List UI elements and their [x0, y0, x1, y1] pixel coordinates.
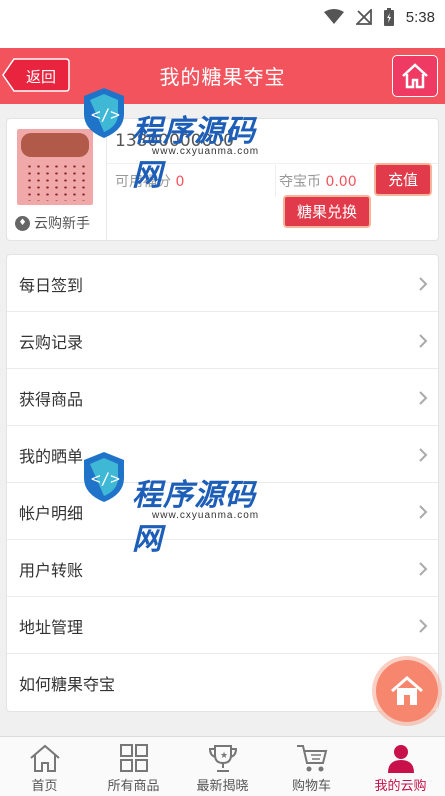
profile-card: ♦ 云购新手 13800000000 可用福分 0 夺宝币 0.00 充值 糖果… [6, 118, 439, 241]
chevron-right-icon [419, 448, 428, 462]
tab-home[interactable]: 首页 [0, 737, 89, 796]
account-menu: 每日签到 云购记录 获得商品 我的晒单 帐户明细 用户转账 地址管理 如何糖果夺… [6, 254, 439, 712]
tab-latest-reveal[interactable]: ★ 最新揭晓 [178, 737, 267, 796]
duobao-value: 0.00 [325, 174, 357, 190]
chevron-right-icon [419, 391, 428, 405]
chevron-right-icon [419, 277, 428, 291]
fufen-value: 0 [175, 174, 185, 190]
menu-item-won-products[interactable]: 获得商品 [7, 369, 438, 426]
wifi-icon [323, 9, 344, 24]
chevron-right-icon [419, 334, 428, 348]
no-signal-icon [355, 9, 372, 25]
level-badge-icon: ♦ [15, 215, 30, 231]
tab-label: 购物车 [291, 779, 331, 794]
menu-item-label: 地址管理 [19, 618, 84, 637]
duobao-label: 夺宝币 [279, 174, 321, 190]
home-outline-icon [29, 744, 60, 772]
cart-icon [296, 745, 327, 772]
recharge-button[interactable]: 充值 [374, 163, 432, 196]
menu-item-label: 我的晒单 [19, 447, 84, 466]
menu-item-my-shares[interactable]: 我的晒单 [7, 426, 438, 483]
tab-my-account[interactable]: 我的云购 [356, 737, 445, 796]
avatar-column: ♦ 云购新手 [7, 119, 107, 240]
user-level: ♦ 云购新手 [15, 213, 90, 233]
duobao-balance: 夺宝币 0.00 [279, 171, 357, 191]
header-bar: 返回 我的糖果夺宝 [0, 48, 445, 104]
menu-item-label: 每日签到 [19, 276, 84, 295]
menu-item-label: 如何糖果夺宝 [19, 675, 116, 694]
home-button[interactable] [392, 55, 438, 97]
grid-icon [119, 744, 148, 772]
tab-all-products[interactable]: 所有商品 [89, 737, 178, 796]
chevron-right-icon [419, 505, 428, 519]
menu-item-user-transfer[interactable]: 用户转账 [7, 540, 438, 597]
tab-label: 首页 [31, 779, 58, 794]
fufen-label: 可用福分 [115, 174, 171, 190]
menu-item-purchase-records[interactable]: 云购记录 [7, 312, 438, 369]
clock: 5:38 [405, 8, 435, 26]
trophy-icon: ★ [208, 745, 237, 772]
menu-item-address-management[interactable]: 地址管理 [7, 597, 438, 654]
chevron-right-icon [419, 619, 428, 633]
fufen-balance: 可用福分 0 [115, 171, 184, 191]
tab-cart[interactable]: 购物车 [267, 737, 356, 796]
home-icon [402, 63, 428, 89]
page-title: 我的糖果夺宝 [159, 65, 286, 89]
battery-charging-icon [383, 8, 394, 26]
tab-label: 所有商品 [107, 779, 160, 794]
menu-item-daily-checkin[interactable]: 每日签到 [7, 255, 438, 312]
menu-item-label: 用户转账 [19, 561, 84, 580]
menu-item-how-to[interactable]: 如何糖果夺宝 [7, 654, 438, 711]
svg-text:★: ★ [220, 751, 228, 761]
tab-label: 最新揭晓 [196, 779, 249, 794]
bottom-tab-bar: 首页 所有商品 ★ 最新揭晓 购物车 我的云购 [0, 736, 445, 796]
avatar[interactable] [17, 129, 93, 205]
menu-item-label: 帐户明细 [19, 504, 84, 523]
menu-item-label: 获得商品 [19, 390, 84, 409]
menu-item-label: 云购记录 [19, 333, 84, 352]
chevron-right-icon [419, 562, 428, 576]
floating-home-button[interactable] [376, 660, 438, 722]
user-icon [387, 745, 414, 773]
user-phone: 13800000000 [115, 131, 234, 151]
level-label: 云购新手 [34, 216, 90, 232]
candy-exchange-button[interactable]: 糖果兑换 [283, 195, 371, 228]
menu-item-account-details[interactable]: 帐户明细 [7, 483, 438, 540]
home-icon [391, 676, 423, 705]
tab-label: 我的云购 [374, 779, 427, 794]
status-bar: 5:38 [0, 0, 445, 48]
